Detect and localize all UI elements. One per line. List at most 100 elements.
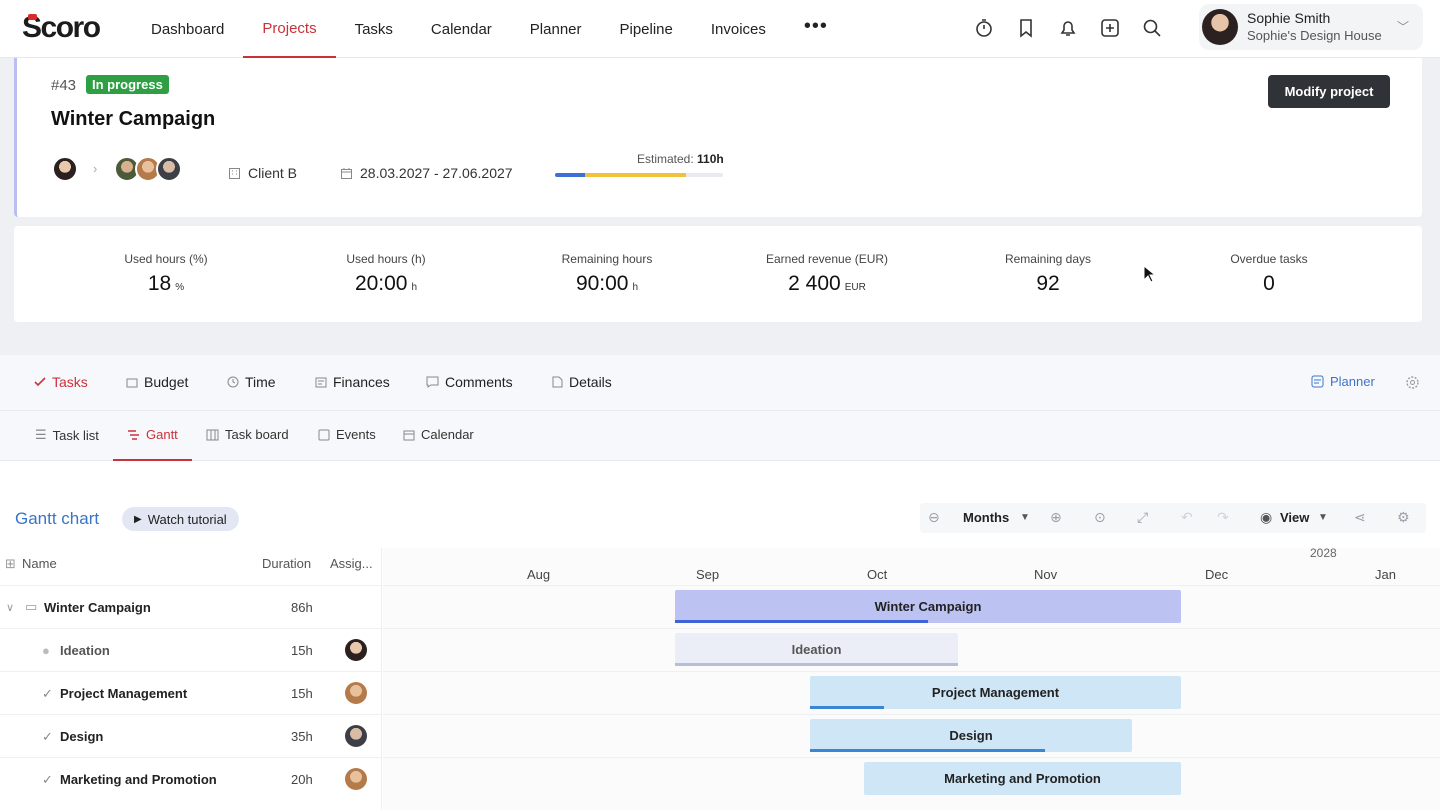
project-id: #43 (51, 77, 77, 94)
nav-calendar[interactable]: Calendar (412, 0, 511, 58)
more-menu-icon[interactable]: ••• (785, 0, 847, 58)
collapse-icon[interactable]: ∨ (6, 601, 14, 614)
nav-planner[interactable]: Planner (511, 0, 601, 58)
calendar-icon (341, 167, 352, 179)
expand-icon[interactable]: ⤢ (1137, 509, 1148, 526)
stat-used-hours-percent: Used hours (%) 18% (56, 252, 276, 296)
assignee-avatar[interactable] (345, 639, 367, 661)
planner-icon (1311, 375, 1324, 388)
subtab-calendar[interactable]: Calendar (403, 427, 474, 442)
task-view-tabs: ☰ Task list Gantt Task board Events Calen… (0, 411, 1440, 461)
nav-invoices[interactable]: Invoices (692, 0, 785, 58)
assignee-avatar[interactable] (345, 768, 367, 790)
board-icon (206, 429, 219, 440)
gantt-icon (128, 429, 139, 440)
finances-icon (315, 377, 327, 388)
modify-project-button[interactable]: Modify project (1268, 75, 1390, 108)
check-icon[interactable]: ✓ (42, 772, 53, 788)
logo-accent (28, 14, 37, 20)
bar-progress (675, 620, 928, 623)
undo-icon[interactable]: ↶ (1181, 509, 1193, 526)
subtab-task-list[interactable]: ☰ Task list (35, 427, 99, 443)
row-divider (383, 585, 1440, 586)
stat-value: 90:00 h (497, 272, 717, 296)
zoom-out-icon[interactable]: ⊖ (928, 509, 940, 526)
project-stats-card: Used hours (%) 18% Used hours (h) 20:00 h R… (14, 226, 1422, 322)
col-assignee[interactable]: Assig... (330, 556, 373, 571)
month-label: Sep (696, 567, 720, 582)
watch-tutorial-button[interactable]: ▶ Watch tutorial (122, 507, 239, 531)
bar-label: Winter Campaign (874, 599, 982, 614)
subtab-task-board[interactable]: Task board (206, 427, 289, 442)
share-icon[interactable]: ⋖ (1354, 509, 1366, 526)
completed-check-icon[interactable]: ● (42, 643, 50, 658)
project-manager-avatar[interactable] (52, 156, 78, 182)
chevron-down-icon: ﹀ (1396, 20, 1409, 34)
tab-time[interactable]: Time (227, 374, 276, 390)
scoro-logo[interactable]: Scoro (22, 10, 101, 46)
tab-tasks[interactable]: Tasks (34, 374, 88, 390)
nav-tasks[interactable]: Tasks (336, 0, 412, 58)
redo-icon[interactable]: ↷ (1217, 509, 1229, 526)
planner-link[interactable]: Planner (1311, 374, 1375, 389)
add-column-icon[interactable]: ⊞ (5, 556, 16, 572)
subtab-label: Task board (225, 427, 289, 442)
settings-gear-icon[interactable] (1405, 375, 1420, 395)
stat-number: 2 400 (788, 272, 841, 295)
check-icon[interactable]: ✓ (42, 729, 53, 745)
check-icon[interactable]: ✓ (42, 686, 53, 702)
gantt-bar-ideation[interactable]: Ideation (675, 633, 958, 666)
view-menu[interactable]: View (1280, 510, 1309, 525)
add-icon[interactable] (1098, 14, 1122, 42)
scale-select[interactable]: Months (963, 510, 1009, 525)
search-icon[interactable] (1140, 14, 1164, 42)
table-row[interactable]: ● Ideation 15h (0, 628, 382, 671)
assignee-avatar[interactable] (345, 725, 367, 747)
tab-comments[interactable]: Comments (426, 374, 513, 390)
gantt-bar-project-management[interactable]: Project Management (810, 676, 1181, 709)
gantt-settings-icon[interactable]: ⚙ (1397, 509, 1410, 526)
tab-details[interactable]: Details (552, 374, 612, 390)
client-field[interactable]: Client B (228, 165, 297, 181)
table-row[interactable]: ✓ Marketing and Promotion 20h (0, 757, 382, 800)
estimated-value: 110h (697, 152, 724, 166)
col-duration[interactable]: Duration (262, 556, 311, 571)
month-label: Jan (1375, 567, 1396, 582)
subtab-events[interactable]: Events (318, 427, 376, 442)
bell-icon[interactable] (1056, 14, 1080, 42)
task-name: Marketing and Promotion (60, 772, 217, 787)
nav-dashboard[interactable]: Dashboard (132, 0, 243, 58)
subtab-gantt[interactable]: Gantt (127, 427, 178, 442)
col-name[interactable]: Name (22, 556, 57, 571)
project-tabs: Tasks Budget Time Finances Comments Deta… (0, 355, 1440, 411)
gantt-bar-design[interactable]: Design (810, 719, 1132, 752)
tab-budget[interactable]: Budget (126, 374, 188, 390)
bar-label: Project Management (931, 685, 1060, 700)
zoom-fit-icon[interactable]: ⊙ (1094, 509, 1106, 526)
subtab-label: Gantt (146, 427, 178, 442)
stat-value: 92 (938, 272, 1158, 296)
table-row[interactable]: ∨ ▭ Winter Campaign 86h (0, 585, 382, 628)
zoom-in-icon[interactable]: ⊕ (1050, 509, 1062, 526)
timer-icon[interactable] (972, 14, 996, 42)
gantt-toolbar: ⊖ Months ▼ ⊕ ⊙ ⤢ ↶ ↷ ◉ View ▼ ⋖ ⚙ (920, 503, 1426, 533)
play-icon: ▶ (134, 513, 142, 525)
stat-remaining-hours: Remaining hours 90:00 h (497, 252, 717, 296)
status-badge[interactable]: In progress (86, 75, 169, 94)
bookmark-icon[interactable] (1014, 14, 1038, 42)
gantt-bar-winter-campaign[interactable]: Winter Campaign (675, 590, 1181, 623)
date-range-field[interactable]: 28.03.2027 - 27.06.2027 (340, 165, 513, 181)
tab-label: Tasks (52, 374, 88, 390)
assignee-avatar[interactable] (345, 682, 367, 704)
main-nav: Dashboard Projects Tasks Calendar Planne… (132, 0, 847, 58)
table-row[interactable]: ✓ Design 35h (0, 714, 382, 757)
nav-projects[interactable]: Projects (243, 0, 336, 58)
tab-label: Time (245, 374, 276, 390)
gantt-bar-marketing-promotion[interactable]: Marketing and Promotion (864, 762, 1181, 795)
nav-pipeline[interactable]: Pipeline (601, 0, 692, 58)
member-avatar[interactable] (156, 156, 182, 182)
stat-number: 20:00 (354, 272, 408, 295)
table-row[interactable]: ✓ Project Management 15h (0, 671, 382, 714)
tab-finances[interactable]: Finances (315, 374, 390, 390)
user-menu[interactable]: Sophie Smith Sophie's Design House ﹀ (1199, 4, 1423, 50)
